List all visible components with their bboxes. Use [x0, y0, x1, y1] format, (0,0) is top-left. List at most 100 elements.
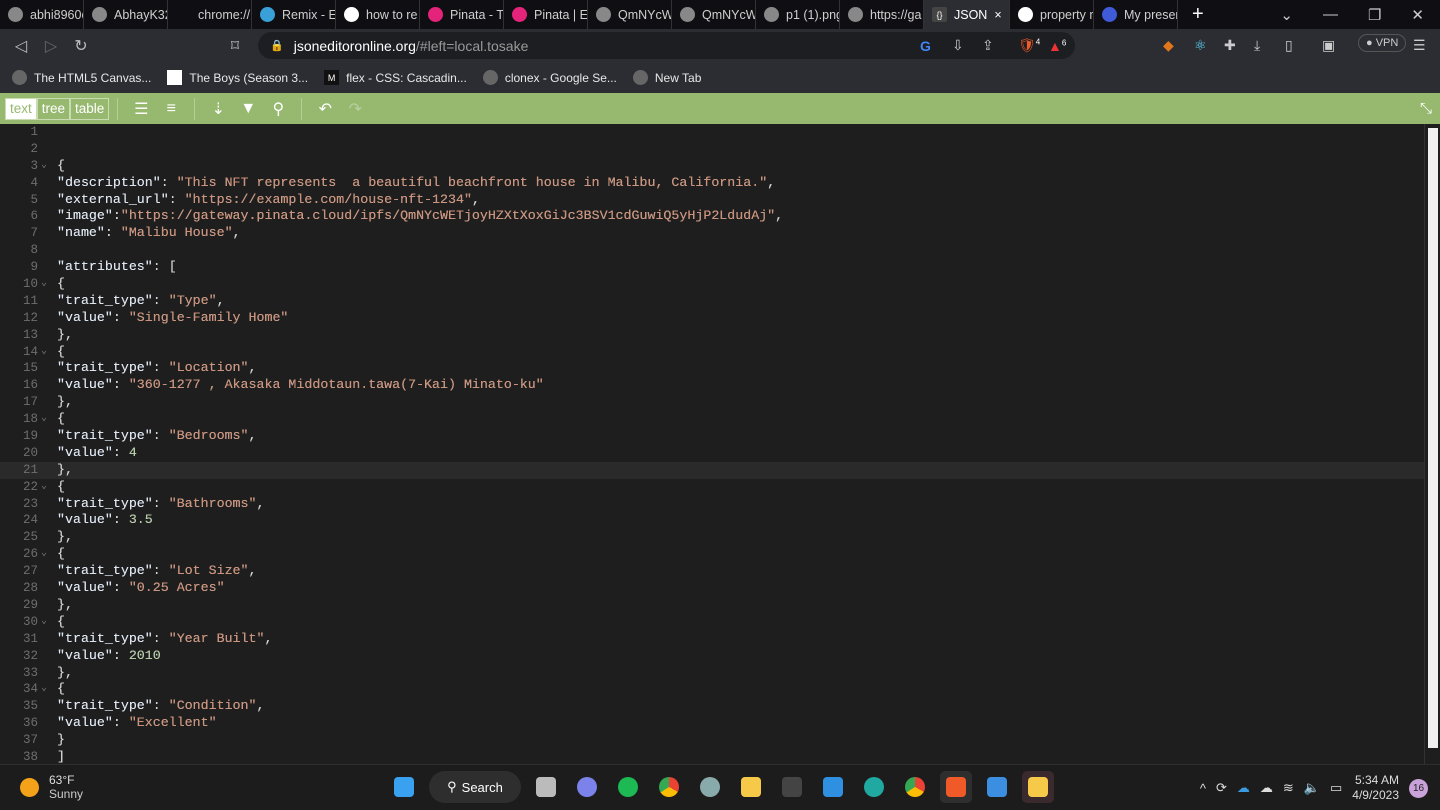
tab[interactable]: Remix - Et: [252, 0, 336, 29]
terminal-icon[interactable]: [776, 771, 808, 803]
bookmark-item[interactable]: The HTML5 Canvas...: [12, 70, 151, 85]
fold-icon[interactable]: ⌄: [41, 344, 47, 361]
downloads-icon[interactable]: ⤓: [1254, 37, 1260, 54]
reload-icon[interactable]: ↻: [66, 36, 96, 56]
code-line[interactable]: 19 "trait_type": "Bedrooms", "trait_type":…: [0, 428, 1424, 445]
bookmark-icon[interactable]: ⌑: [220, 36, 250, 56]
chrome-icon[interactable]: [899, 771, 931, 803]
code-line[interactable]: 28 "value": "0.25 Acres" "value": "0.25 Ac…: [0, 580, 1424, 597]
chrome-icon[interactable]: [653, 771, 685, 803]
wallet-icon[interactable]: ▣: [1322, 37, 1335, 54]
code-line[interactable]: 27 "trait_type": "Lot Size", "trait_type":…: [0, 563, 1424, 580]
code-line[interactable]: 1: [0, 124, 1424, 141]
editor-scrollbar[interactable]: [1424, 124, 1440, 764]
code-line[interactable]: 36 "value": "Excellent" "value": "Excellen…: [0, 715, 1424, 732]
extensions-icon[interactable]: ✚: [1224, 37, 1236, 54]
bookmark-item[interactable]: clonex - Google Se...: [482, 70, 617, 85]
bookmark-item[interactable]: The Boys (Season 3...: [167, 70, 308, 85]
code-line[interactable]: 13},},: [0, 327, 1424, 344]
wifi-icon[interactable]: ≋: [1283, 780, 1294, 796]
filter-icon[interactable]: ▼: [233, 100, 263, 118]
code-line[interactable]: 9 "attributes": ["attributes": [: [0, 259, 1424, 276]
settings-icon[interactable]: [694, 771, 726, 803]
tab[interactable]: Pinata - Th: [420, 0, 504, 29]
code-line[interactable]: 22 ⌄{{: [0, 479, 1424, 496]
brave-icon[interactable]: [940, 771, 972, 803]
brave-rewards-icon[interactable]: ▲6: [1048, 38, 1066, 54]
code-line[interactable]: 29},},: [0, 597, 1424, 614]
metamask-icon[interactable]: ◆: [1163, 37, 1174, 54]
brave-shield-icon[interactable]: 🛡4: [1018, 37, 1040, 54]
tab[interactable]: abhi8960c: [0, 0, 84, 29]
code-line[interactable]: 18 ⌄{{: [0, 411, 1424, 428]
tab[interactable]: property r: [1010, 0, 1094, 29]
code-line[interactable]: 11 "trait_type": "Type", "trait_type": "Ty…: [0, 293, 1424, 310]
bookmark-item[interactable]: New Tab: [632, 70, 701, 85]
sidebar-icon[interactable]: ▯: [1285, 37, 1293, 54]
google-lens-icon[interactable]: G: [920, 38, 931, 54]
code-line[interactable]: 2: [0, 141, 1424, 158]
code-line[interactable]: 24 "value": 3.5 "value": 3.5: [0, 512, 1424, 529]
spotify-icon[interactable]: [612, 771, 644, 803]
mode-table[interactable]: table: [70, 97, 110, 120]
photos-icon[interactable]: [981, 771, 1013, 803]
code-line[interactable]: 17},},: [0, 394, 1424, 411]
code-line[interactable]: 26 ⌄{{: [0, 546, 1424, 563]
undo-icon[interactable]: ↶: [310, 99, 340, 119]
close-tab-icon[interactable]: ×: [994, 8, 1001, 22]
tab[interactable]: Pinata | Et: [504, 0, 588, 29]
code-line[interactable]: 33},},: [0, 665, 1424, 682]
tab-search-icon[interactable]: ⌄: [1280, 6, 1293, 24]
onedrive-icon[interactable]: ☁: [1237, 780, 1250, 796]
code-line[interactable]: 12 "value": "Single-Family Home" "value": …: [0, 310, 1424, 327]
share-icon[interactable]: ⇪: [982, 37, 994, 54]
fold-icon[interactable]: ⌄: [41, 479, 47, 496]
fold-icon[interactable]: ⌄: [41, 614, 47, 631]
code-line[interactable]: 34 ⌄{{: [0, 681, 1424, 698]
chevron-up-icon[interactable]: ^: [1200, 781, 1206, 796]
cloud-icon[interactable]: ☁: [1260, 780, 1273, 796]
fold-icon[interactable]: ⌄: [41, 276, 47, 293]
install-icon[interactable]: ⇩: [952, 37, 964, 54]
code-line[interactable]: 31 "trait_type": "Year Built", "trait_type…: [0, 631, 1424, 648]
format-icon[interactable]: ☰: [126, 99, 156, 119]
search-icon[interactable]: ⚲: [263, 99, 293, 119]
react-devtools-icon[interactable]: ⚛: [1194, 37, 1207, 54]
battery-icon[interactable]: ▭: [1330, 780, 1342, 796]
code-line[interactable]: 16 "value": "360-1277 , Akasaka Middotaun…: [0, 377, 1424, 394]
fold-icon[interactable]: ⌄: [41, 681, 47, 698]
sort-icon[interactable]: ⇣: [203, 99, 233, 119]
tab[interactable]: My preser: [1094, 0, 1178, 29]
minimize-icon[interactable]: —: [1323, 6, 1338, 24]
code-line[interactable]: 6 "image":"https://gateway.pinata.cloud/i…: [0, 208, 1424, 225]
tab[interactable]: https://ga: [840, 0, 924, 29]
code-line[interactable]: 25},},: [0, 529, 1424, 546]
code-line[interactable]: 21},},: [0, 461, 1424, 479]
code-line[interactable]: 23 "trait_type": "Bathrooms", "trait_type"…: [0, 496, 1424, 513]
code-line[interactable]: 20 "value": 4 "value": 4: [0, 445, 1424, 462]
file-explorer-icon[interactable]: [735, 771, 767, 803]
url-input[interactable]: 🔒 jsoneditoronline.org/#left=local.tosak…: [258, 32, 1075, 59]
code-editor[interactable]: 1 2 3 ⌄{{4 "description": "This NFT represen…: [0, 124, 1424, 764]
tab[interactable]: QmNYcW: [672, 0, 756, 29]
teams-icon[interactable]: [571, 771, 603, 803]
menu-icon[interactable]: ☰: [1413, 37, 1426, 54]
code-line[interactable]: 30 ⌄{{: [0, 614, 1424, 631]
redo-icon[interactable]: ↷: [340, 99, 370, 119]
vscode-icon[interactable]: [817, 771, 849, 803]
edge-icon[interactable]: [858, 771, 890, 803]
fold-icon[interactable]: ⌄: [41, 411, 47, 428]
code-line[interactable]: 37}}: [0, 732, 1424, 749]
tab[interactable]: how to re: [336, 0, 420, 29]
code-line[interactable]: 5 "external_url": "https://example.com/ho…: [0, 192, 1424, 209]
notification-badge[interactable]: 16: [1409, 778, 1428, 798]
clock[interactable]: 5:34 AM 4/9/2023: [1352, 773, 1399, 803]
collapse-fullscreen-icon[interactable]: ⤡: [1420, 100, 1432, 117]
code-line[interactable]: 8: [0, 242, 1424, 259]
fold-icon[interactable]: ⌄: [41, 546, 47, 563]
notes-icon[interactable]: [1022, 771, 1054, 803]
code-line[interactable]: 4 "description": "This NFT represents a b…: [0, 175, 1424, 192]
code-line[interactable]: 35 "trait_type": "Condition", "trait_type"…: [0, 698, 1424, 715]
tab[interactable]: p1 (1).png: [756, 0, 840, 29]
code-line[interactable]: 14 ⌄{{: [0, 344, 1424, 361]
